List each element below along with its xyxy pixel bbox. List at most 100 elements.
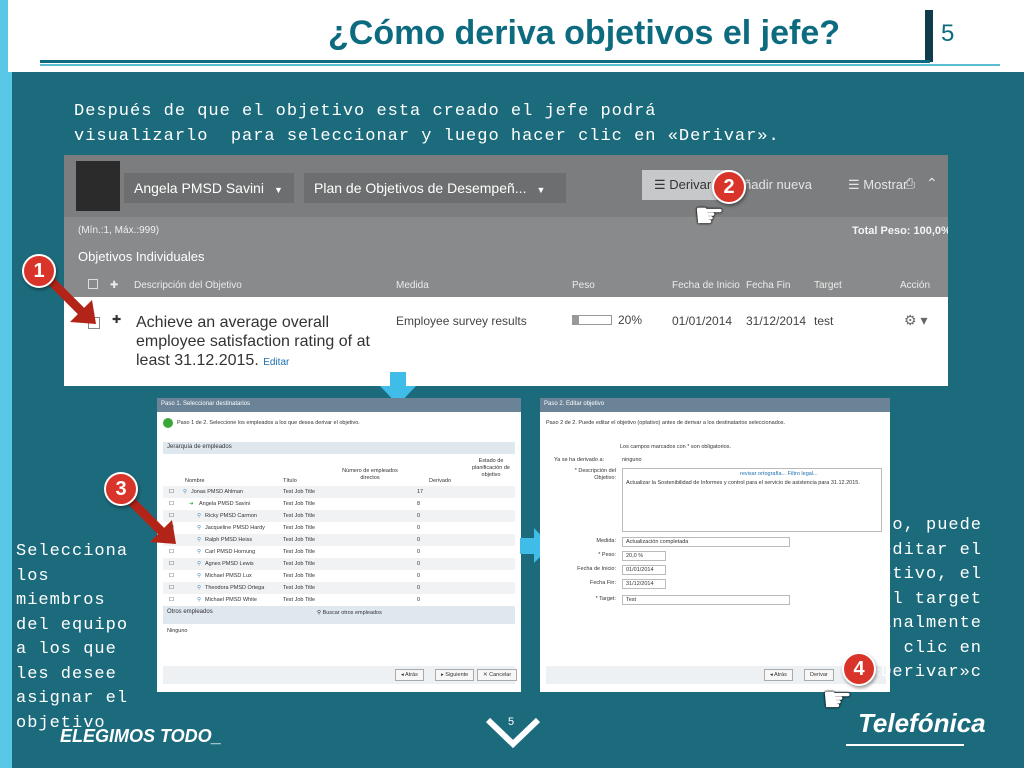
required-fields-note: Los campos marcados con * son obligatori… [620,444,731,450]
table-row[interactable]: ☐ ➜ Angela PMSD Savini Test Job Title 8 [163,498,515,510]
step-badge-3: 3 [104,472,138,506]
employee-count: 0 [417,537,421,543]
row-checkbox[interactable]: ☐ [169,573,174,579]
employee-title: Test Job Title [283,549,316,555]
employee-count: 0 [417,585,421,591]
employee-name: Carl PMSD Hornung [205,549,256,555]
employee-name: Ricky PMSD Carmon [205,513,257,519]
pin-icon: ✚ [112,314,122,326]
row-checkbox[interactable]: ☐ [169,585,174,591]
row-checkbox[interactable]: ☐ [169,597,174,603]
employee-count: 0 [417,549,421,555]
cancel-button[interactable]: ✕ Cancelar [477,669,518,681]
objective-end-date: 31/12/2014 [746,314,807,328]
step-instructions: Paso 2 de 2. Puede editar el objetivo (o… [546,420,786,426]
instruction-select-members: Selecciona los miembros del equipo a los… [16,542,140,733]
instruction-edit-derive: Luego, puede editar el objetivo, el peso… [802,516,994,682]
employee-count: 0 [417,597,421,603]
column-header: Nombre [185,478,205,484]
user-selector-label: Angela PMSD Savini [134,180,264,196]
add-new-button[interactable]: ñadir nueva [744,177,812,192]
chevron-down-icon[interactable] [484,716,542,748]
employee-name: Jacqueline PMSD Hardy [205,525,265,531]
show-button[interactable]: ☰ Mostrar [848,177,907,193]
table-row[interactable]: ☐⚲Jacqueline PMSD HardyTest Job Title0 [163,522,515,534]
logo-underline [846,744,964,746]
header-rule-light [40,64,1000,66]
field-label: Fecha de Inicio: [577,566,616,572]
employee-title: Test Job Title [283,525,316,531]
employee-name: Michael PMSD Lux [205,573,252,579]
derivar-icon: ☰ [654,177,670,192]
description-label: * Descripción del Objetivo: [574,468,616,481]
back-button[interactable]: ◂ Atrás [764,669,793,681]
step-one-icon [163,418,173,428]
search-icon: ⚲ [197,561,202,567]
pin-icon: ✚ [110,280,119,291]
end-date-input[interactable]: 31/12/2014 [622,579,666,589]
already-derived-label: Ya se ha derivado a: [554,457,605,463]
chevron-up-icon[interactable]: ⌃ [926,175,938,192]
search-icon: ⚲ [183,489,188,495]
search-icon: ⚲ [197,585,202,591]
column-header: Peso [572,280,595,291]
table-row[interactable]: ☐ ⚲ Ricky PMSD Carmon Test Job Title 0 [163,510,515,522]
gear-icon[interactable]: ⚙ ▾ [904,312,927,329]
avatar [76,161,120,211]
target-input[interactable]: Test [622,595,790,605]
min-max-label: (Mín.:1, Máx.:999) [78,225,160,236]
show-button-label: Mostrar [863,177,908,192]
plan-selector[interactable]: Plan de Objetivos de Desempeñ... ▼ [304,173,566,203]
back-button-label: Atrás [405,672,418,678]
employee-title: Test Job Title [283,561,316,567]
spellcheck-link[interactable]: revisar ortografía... Filtro legal... [740,471,818,477]
employee-name: Jonas PMSD Ahlman [191,489,243,495]
objective-measure: Employee survey results [396,314,527,328]
panel-title: Paso 2. Editar objetivo [540,398,890,412]
panel-title: Paso 1. Seleccionar destinatarios [157,398,521,412]
already-derived-value: ninguno [622,457,642,463]
objective-start-date: 01/01/2014 [672,314,733,328]
search-icon: ⚲ [197,573,202,579]
table-row[interactable]: ☐ ⚲ Michael PMSD Lux Test Job Title 0 [163,570,515,582]
row-checkbox[interactable]: ☐ [169,561,174,567]
derive-icon: ➜ [189,501,194,507]
next-button[interactable]: ▸ Siguiente [435,669,475,681]
user-selector[interactable]: Angela PMSD Savini ▼ [124,173,294,203]
employee-title: Test Job Title [283,597,316,603]
row-checkbox[interactable]: ☐ [169,549,174,555]
description-value: Actualizar la Sostenibilidad de Informes… [626,480,860,486]
start-date-input[interactable]: 01/01/2014 [622,565,666,575]
column-header: Derivado [429,478,452,484]
table-row[interactable]: ☐ ⚲ Michael PMSD White Test Job Title 0 [163,594,515,606]
employee-name: Ralph PMSD Heiss [205,537,253,543]
table-row[interactable]: ☐⚲Ralph PMSD HeissTest Job Title0 [163,534,515,546]
next-button-label: Siguiente [445,672,469,678]
column-header: Estado de planificación de objetivo [472,458,510,478]
chevron-down-icon: ▼ [273,185,283,195]
select-recipients-panel: Paso 1. Seleccionar destinatarios Paso 1… [157,398,521,692]
step-badge-1: 1 [22,254,56,288]
print-icon[interactable]: ⎙ [904,175,915,192]
employee-name: Angela PMSD Savini [199,501,251,507]
table-row[interactable]: ☐ ⚲ Agnes PMSD Lewis Test Job Title 0 [163,558,515,570]
slide-title: ¿Cómo deriva objetivos el jefe? [328,14,841,52]
weight-bar-fill [573,316,579,324]
back-button[interactable]: ◂ Atrás [395,669,424,681]
column-header: Fecha de Inicio [672,280,740,291]
table-row[interactable]: ☐ ⚲ Carl PMSD Hornung Test Job Title 0 [163,546,515,558]
employee-title: Test Job Title [283,501,316,507]
table-row[interactable]: ☐ ⚲ Theodora PMSD Ortega Test Job Title 0 [163,582,515,594]
hand-cursor-icon: ☛ [822,681,853,719]
measure-input[interactable]: Actualización completada [622,537,790,547]
column-header: Descripción del Objetivo [134,280,242,291]
employee-count: 17 [417,489,424,495]
employee-count: 0 [417,561,421,567]
intro-text: Después de que el objetivo esta creado e… [74,102,780,146]
table-row[interactable]: ☐ ⚲ Jonas PMSD Ahlman Test Job Title 17 [163,486,515,498]
telefonica-logo: Telefónica [858,708,986,738]
column-header: Título [283,478,297,484]
search-employees-button[interactable]: ⚲ Buscar otros empleados [317,610,382,616]
weight-input[interactable]: 20,0 % [622,551,666,561]
edit-link[interactable]: Editar [263,357,289,368]
